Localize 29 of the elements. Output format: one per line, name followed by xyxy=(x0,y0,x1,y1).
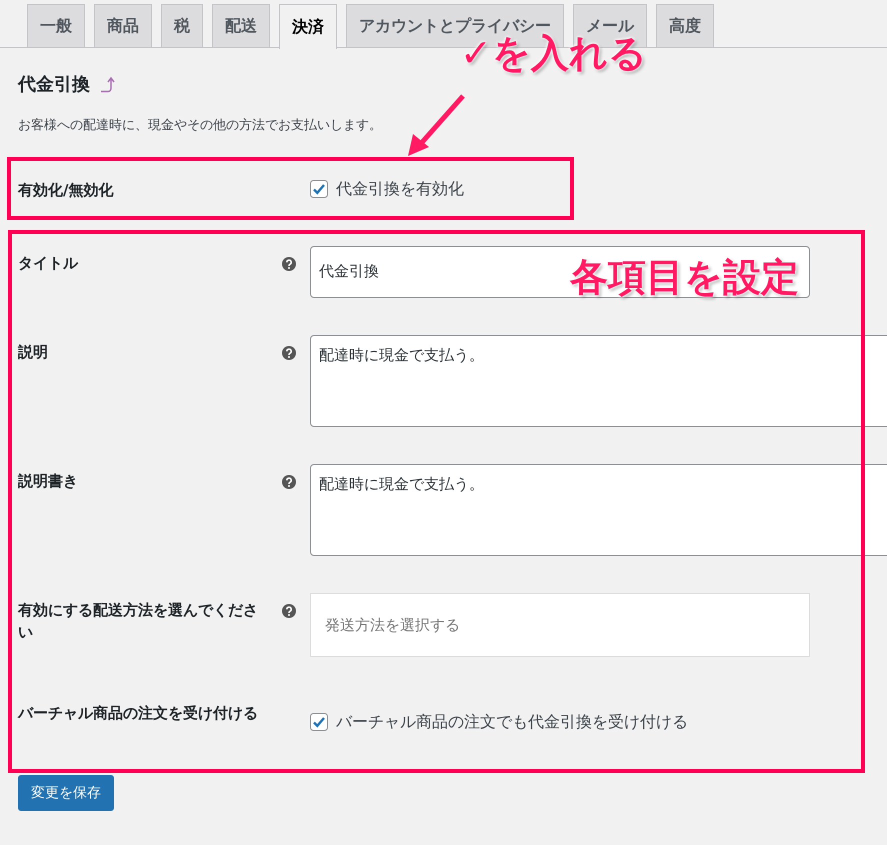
description-textarea[interactable]: 配達時に現金で支払う。 xyxy=(310,464,887,556)
checkbox-label[interactable]: バーチャル商品の注文でも代金引換を受け付ける xyxy=(336,712,688,732)
field-label: 説明書き xyxy=(18,470,79,492)
description-textarea[interactable]: 配達時に現金で支払う。 xyxy=(310,334,887,426)
help-icon[interactable] xyxy=(282,346,296,360)
field-label: 説明 xyxy=(18,342,49,362)
checkbox[interactable] xyxy=(310,713,328,731)
tab[interactable]: 商品 xyxy=(94,4,152,47)
checkbox-label[interactable]: 代金引換を有効化 xyxy=(336,178,464,200)
tab[interactable]: 税 xyxy=(161,4,203,47)
tab[interactable]: 一般 xyxy=(27,4,85,47)
field-label: 有効にする配送方法を選んでください xyxy=(18,600,259,642)
field-label: 有効化/無効化 xyxy=(18,180,114,200)
tab[interactable]: 配送 xyxy=(212,4,270,47)
help-icon[interactable] xyxy=(282,604,296,618)
section-description: お客様への配達時に、現金やその他の方法でお支払いします。 xyxy=(18,117,383,135)
save-button[interactable]: 変更を保存 xyxy=(18,775,114,811)
tab[interactable]: 決済 xyxy=(279,4,337,49)
help-icon[interactable] xyxy=(282,256,296,270)
tab[interactable]: 高度 xyxy=(656,4,714,47)
annotation-text: 各項目を設定 xyxy=(570,258,799,296)
field-label: タイトル xyxy=(18,252,80,274)
return-arrow-icon[interactable] xyxy=(100,75,116,93)
shipping-method-select[interactable]: 発送方法を選択する xyxy=(310,592,810,656)
field-label: バーチャル商品の注文を受け付ける xyxy=(18,702,259,724)
checkbox[interactable] xyxy=(310,180,328,198)
help-icon[interactable] xyxy=(282,474,296,488)
arrow xyxy=(405,92,467,158)
section-title: 代金引換 xyxy=(18,73,90,96)
